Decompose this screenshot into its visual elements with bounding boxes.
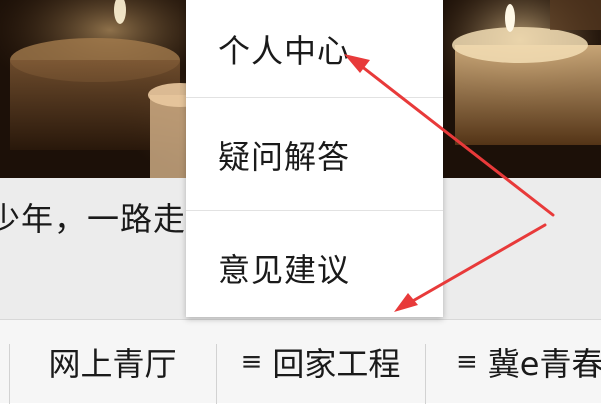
bottom-tab-bar: 网上青厅 ≡ 回家工程 ≡ 冀e青春 (0, 319, 601, 404)
menu-item-label: 意见建议 (218, 251, 351, 289)
tab-ji-e-qingchun[interactable]: ≡ 冀e青春 (426, 320, 601, 403)
menu-item-label: 个人中心 (218, 32, 351, 70)
popup-menu: 个人中心 疑问解答 意见建议 (186, 0, 443, 317)
tab-label: 网上青厅 (48, 344, 177, 383)
tab-label: 冀e青春 (487, 344, 601, 383)
tab-label: 回家工程 (272, 344, 401, 383)
tab-huijia-gongcheng[interactable]: ≡ 回家工程 (217, 320, 424, 403)
menu-item-feedback[interactable]: 意见建议 (186, 219, 443, 317)
menu-icon: ≡ (240, 346, 263, 377)
menu-divider (186, 210, 443, 211)
menu-item-label: 疑问解答 (218, 138, 351, 176)
menu-icon: ≡ (456, 346, 478, 377)
menu-divider (186, 97, 443, 98)
menu-item-faq[interactable]: 疑问解答 (186, 106, 443, 204)
menu-item-personal-center[interactable]: 个人中心 (186, 0, 443, 98)
tab-wangshang-qingting[interactable]: 网上青厅 (10, 320, 215, 403)
